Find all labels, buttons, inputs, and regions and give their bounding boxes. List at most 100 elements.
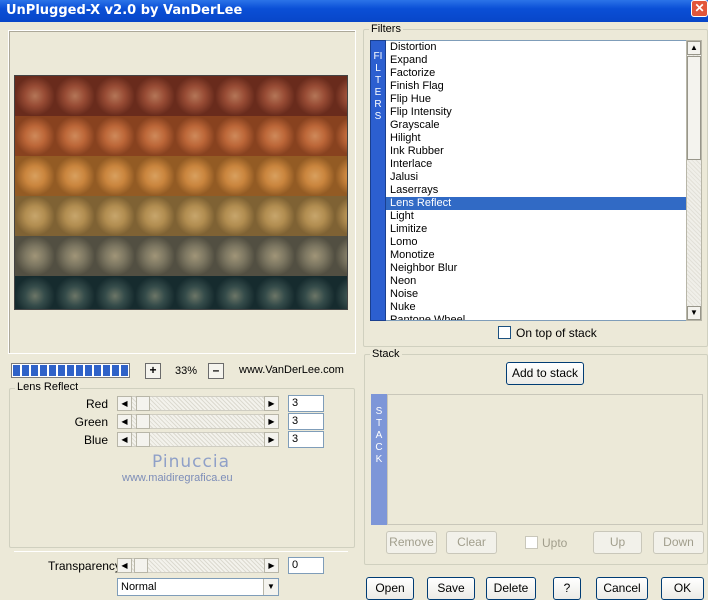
filter-item[interactable]: Nuke bbox=[386, 301, 686, 314]
transparency-decrease-button[interactable]: ◀ bbox=[117, 558, 132, 573]
filter-item[interactable]: Jalusi bbox=[386, 171, 686, 184]
progress-segment bbox=[49, 365, 56, 376]
progress-segment bbox=[67, 365, 74, 376]
filter-item[interactable]: Noise bbox=[386, 288, 686, 301]
window-title: UnPlugged-X v2.0 by VanDerLee bbox=[6, 3, 243, 18]
slider-thumb[interactable] bbox=[136, 414, 150, 429]
filter-list[interactable]: Distortion Expand Factorize Finish Flag Flip… bbox=[386, 40, 686, 321]
filter-item[interactable]: Light bbox=[386, 210, 686, 223]
delete-button[interactable]: Delete bbox=[486, 577, 536, 600]
slider-value-input[interactable]: 3 bbox=[288, 413, 324, 430]
filter-item[interactable]: Flip Intensity bbox=[386, 106, 686, 119]
vertical-text: FILTERS bbox=[373, 51, 383, 122]
vertical-text: STACK bbox=[375, 406, 383, 465]
slider-thumb[interactable] bbox=[136, 432, 150, 447]
filter-list-scrollbar[interactable]: ▲ ▼ bbox=[686, 40, 702, 321]
on-top-label: On top of stack bbox=[516, 326, 597, 340]
filter-item[interactable]: Neighbor Blur bbox=[386, 262, 686, 275]
slider-track[interactable] bbox=[132, 432, 264, 447]
close-button[interactable]: ✕ bbox=[691, 0, 708, 17]
transparency-track[interactable] bbox=[132, 558, 264, 573]
progress-segment bbox=[22, 365, 29, 376]
remove-button[interactable]: Remove bbox=[386, 531, 437, 554]
filter-item[interactable]: Flip Hue bbox=[386, 93, 686, 106]
progress-segment bbox=[121, 365, 128, 376]
slider-increase-button[interactable]: ▶ bbox=[264, 396, 279, 411]
progress-segment bbox=[103, 365, 110, 376]
filter-item[interactable]: Neon bbox=[386, 275, 686, 288]
progress-segment bbox=[31, 365, 38, 376]
zoom-out-button[interactable]: – bbox=[208, 363, 224, 379]
transparency-input[interactable]: 0 bbox=[288, 557, 324, 574]
transparency-increase-button[interactable]: ▶ bbox=[264, 558, 279, 573]
filter-item[interactable]: Lomo bbox=[386, 236, 686, 249]
scroll-up-button[interactable]: ▲ bbox=[687, 41, 701, 55]
slider-increase-button[interactable]: ▶ bbox=[264, 414, 279, 429]
filter-item[interactable]: Monotize bbox=[386, 249, 686, 262]
progress-segment bbox=[94, 365, 101, 376]
progress-bar bbox=[11, 363, 130, 378]
transparency-row: Transparency ◀ ▶ 0 bbox=[0, 557, 330, 574]
filter-item[interactable]: Interlace bbox=[386, 158, 686, 171]
filter-item[interactable]: Laserrays bbox=[386, 184, 686, 197]
preview-band bbox=[15, 236, 347, 276]
filters-group-title: Filters bbox=[369, 23, 403, 35]
website-link[interactable]: www.VanDerLee.com bbox=[239, 364, 344, 376]
blend-mode-select[interactable]: Normal ▼ bbox=[117, 578, 279, 596]
slider-decrease-button[interactable]: ◀ bbox=[117, 432, 132, 447]
slider-decrease-button[interactable]: ◀ bbox=[117, 396, 132, 411]
zoom-value: 33% bbox=[174, 365, 198, 377]
down-button[interactable]: Down bbox=[653, 531, 704, 554]
filter-item[interactable]: Lens Reflect bbox=[386, 197, 686, 210]
slider-value-input[interactable]: 3 bbox=[288, 431, 324, 448]
progress-segment bbox=[58, 365, 65, 376]
slider-decrease-button[interactable]: ◀ bbox=[117, 414, 132, 429]
transparency-thumb[interactable] bbox=[134, 558, 148, 573]
chevron-down-icon[interactable]: ▼ bbox=[263, 579, 278, 595]
slider-increase-button[interactable]: ▶ bbox=[264, 432, 279, 447]
slider-track[interactable] bbox=[132, 396, 264, 411]
filter-item[interactable]: Distortion bbox=[386, 41, 686, 54]
filter-item[interactable]: Ink Rubber bbox=[386, 145, 686, 158]
blend-mode-value: Normal bbox=[121, 581, 157, 593]
preview-band bbox=[15, 76, 347, 116]
filter-item[interactable]: Hilight bbox=[386, 132, 686, 145]
clear-button[interactable]: Clear bbox=[446, 531, 497, 554]
settings-group-title: Lens Reflect bbox=[15, 381, 81, 393]
slider-value-input[interactable]: 3 bbox=[288, 395, 324, 412]
cancel-button[interactable]: Cancel bbox=[596, 577, 648, 600]
upto-label: Upto bbox=[542, 536, 568, 550]
slider-label: Green bbox=[74, 415, 108, 429]
up-button[interactable]: Up bbox=[593, 531, 642, 554]
preview-band bbox=[15, 276, 347, 309]
scroll-thumb[interactable] bbox=[687, 56, 701, 160]
slider-label: Blue bbox=[83, 433, 108, 447]
filter-item[interactable]: Expand bbox=[386, 54, 686, 67]
upto-checkbox[interactable] bbox=[525, 536, 538, 549]
preview-band bbox=[15, 156, 347, 196]
watermark-url: www.maidiregrafica.eu bbox=[122, 472, 233, 484]
add-to-stack-button[interactable]: Add to stack bbox=[506, 362, 584, 385]
filter-item[interactable]: Pantone Wheel bbox=[386, 314, 686, 320]
slider-label: Red bbox=[85, 397, 108, 411]
scroll-down-button[interactable]: ▼ bbox=[687, 306, 701, 320]
filter-item[interactable]: Finish Flag bbox=[386, 80, 686, 93]
slider-row-green: Green ◀ ▶ 3 bbox=[0, 413, 330, 430]
help-button[interactable]: ? bbox=[553, 577, 581, 600]
filter-item[interactable]: Factorize bbox=[386, 67, 686, 80]
transparency-label: Transparency bbox=[48, 559, 121, 573]
slider-thumb[interactable] bbox=[136, 396, 150, 411]
stack-group-title: Stack bbox=[370, 348, 402, 360]
stack-list[interactable] bbox=[387, 394, 703, 525]
filter-item[interactable]: Grayscale bbox=[386, 119, 686, 132]
stack-vertical-label: STACK bbox=[371, 394, 387, 525]
open-button[interactable]: Open bbox=[366, 577, 414, 600]
zoom-in-button[interactable]: + bbox=[145, 363, 161, 379]
slider-track[interactable] bbox=[132, 414, 264, 429]
filter-item[interactable]: Limitize bbox=[386, 223, 686, 236]
progress-segment bbox=[76, 365, 83, 376]
on-top-checkbox[interactable] bbox=[498, 326, 511, 339]
slider-row-blue: Blue ◀ ▶ 3 bbox=[0, 431, 330, 448]
save-button[interactable]: Save bbox=[427, 577, 475, 600]
ok-button[interactable]: OK bbox=[661, 577, 704, 600]
